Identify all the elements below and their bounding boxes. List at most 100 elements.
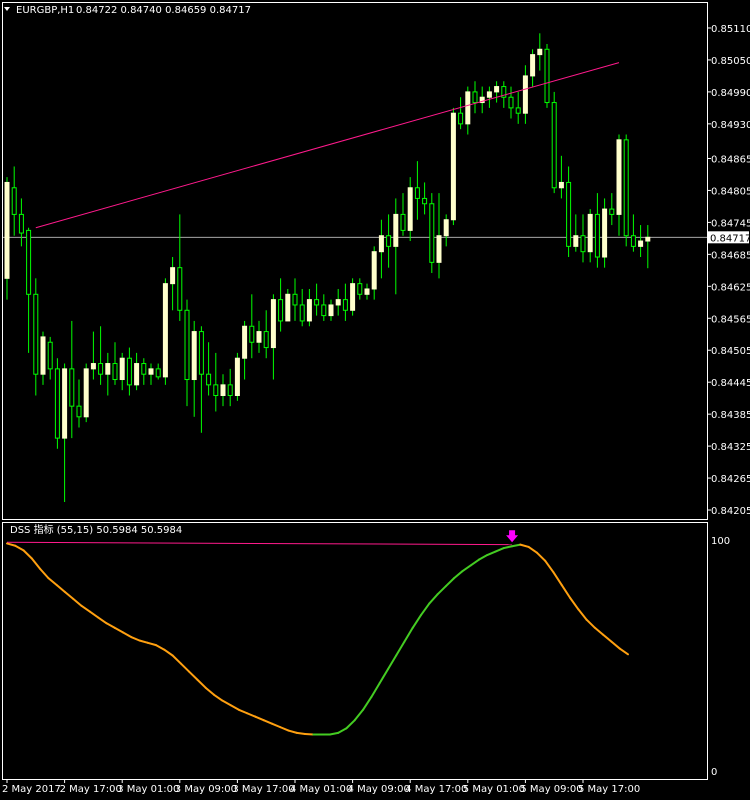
- bear-candle[interactable]: [609, 208, 615, 215]
- bull-candle[interactable]: [350, 283, 356, 311]
- bull-candle[interactable]: [436, 235, 442, 263]
- bull-candle[interactable]: [465, 91, 471, 125]
- bear-candle[interactable]: [299, 304, 305, 322]
- time-axis-label: 5 May 01:00: [463, 784, 525, 795]
- bull-candle[interactable]: [450, 112, 456, 221]
- bear-candle[interactable]: [422, 197, 428, 205]
- bear-candle[interactable]: [551, 102, 557, 189]
- bull-candle[interactable]: [616, 139, 622, 215]
- bull-candle[interactable]: [285, 293, 291, 322]
- bear-candle[interactable]: [386, 235, 392, 247]
- bear-candle[interactable]: [184, 309, 190, 381]
- bear-candle[interactable]: [126, 357, 132, 386]
- bull-candle[interactable]: [306, 299, 312, 322]
- bull-candle[interactable]: [220, 384, 226, 397]
- bear-candle[interactable]: [400, 213, 406, 231]
- bear-candle[interactable]: [177, 267, 183, 311]
- bull-candle[interactable]: [378, 235, 384, 253]
- price-axis-label: 0.84565: [711, 314, 750, 325]
- bear-candle[interactable]: [54, 368, 60, 439]
- bull-candle[interactable]: [234, 357, 240, 397]
- bull-candle[interactable]: [364, 288, 370, 295]
- price-axis-label: 0.84930: [711, 120, 750, 131]
- bear-candle[interactable]: [206, 373, 212, 386]
- bear-candle[interactable]: [18, 213, 24, 234]
- bull-candle[interactable]: [256, 331, 262, 343]
- bull-candle[interactable]: [602, 208, 608, 258]
- bull-candle[interactable]: [242, 325, 248, 359]
- bear-candle[interactable]: [112, 363, 118, 381]
- bull-candle[interactable]: [134, 363, 140, 386]
- bear-candle[interactable]: [458, 112, 464, 125]
- bull-candle[interactable]: [335, 299, 341, 306]
- bear-candle[interactable]: [515, 107, 521, 114]
- bear-candle[interactable]: [544, 48, 550, 104]
- price-axis-label: 0.84685: [711, 250, 750, 261]
- bull-candle[interactable]: [522, 75, 528, 114]
- bull-candle[interactable]: [191, 331, 197, 381]
- bear-candle[interactable]: [414, 187, 420, 199]
- bear-candle[interactable]: [76, 405, 82, 418]
- bear-candle[interactable]: [566, 181, 572, 247]
- bear-candle[interactable]: [357, 283, 363, 295]
- bull-candle[interactable]: [119, 357, 125, 381]
- bear-candle[interactable]: [321, 304, 327, 317]
- bull-candle[interactable]: [162, 283, 168, 378]
- bull-candle[interactable]: [83, 368, 89, 418]
- bear-candle[interactable]: [69, 368, 75, 407]
- price-axis-label: 0.84445: [711, 378, 750, 389]
- bear-candle[interactable]: [292, 293, 298, 306]
- bear-candle[interactable]: [227, 384, 233, 397]
- bear-candle[interactable]: [11, 187, 17, 215]
- bull-candle[interactable]: [40, 336, 46, 375]
- bear-candle[interactable]: [98, 363, 104, 375]
- bear-candle[interactable]: [249, 325, 255, 343]
- bear-candle[interactable]: [263, 331, 269, 349]
- bull-candle[interactable]: [573, 235, 579, 247]
- bull-candle[interactable]: [328, 304, 334, 317]
- bear-candle[interactable]: [26, 229, 32, 295]
- bull-candle[interactable]: [62, 368, 68, 439]
- bull-candle[interactable]: [393, 213, 399, 247]
- bear-candle[interactable]: [472, 91, 478, 104]
- bull-candle[interactable]: [638, 240, 644, 247]
- bull-candle[interactable]: [90, 363, 96, 370]
- bull-candle[interactable]: [270, 299, 276, 349]
- bull-candle[interactable]: [558, 181, 564, 189]
- bull-candle[interactable]: [530, 54, 536, 77]
- bear-candle[interactable]: [580, 235, 586, 253]
- bear-candle[interactable]: [47, 341, 53, 370]
- bull-candle[interactable]: [645, 236, 651, 242]
- chart-window[interactable]: 0.85110 0.85050 0.84990 0.84930 0.84865 0.848…: [0, 0, 750, 800]
- time-axis-label: 4 May 09:00: [348, 784, 410, 795]
- bull-candle[interactable]: [407, 187, 413, 231]
- bear-candle[interactable]: [508, 96, 514, 109]
- ohlc-readout: 0.84722 0.84740 0.84659 0.84717: [76, 5, 251, 16]
- bull-candle[interactable]: [4, 181, 10, 279]
- bull-candle[interactable]: [587, 213, 593, 253]
- bear-candle[interactable]: [623, 139, 629, 237]
- bull-candle[interactable]: [371, 251, 377, 290]
- bear-candle[interactable]: [342, 299, 348, 311]
- bear-candle[interactable]: [429, 203, 435, 263]
- bear-candle[interactable]: [213, 384, 219, 397]
- bear-candle[interactable]: [314, 299, 320, 306]
- price-axis-label: 0.84325: [711, 442, 750, 453]
- bull-candle[interactable]: [170, 267, 176, 285]
- price-axis-label: 0.84805: [711, 186, 750, 197]
- bear-candle[interactable]: [33, 293, 39, 375]
- bull-candle[interactable]: [443, 219, 449, 237]
- bear-candle[interactable]: [278, 299, 284, 322]
- price-axis-label: 0.84625: [711, 282, 750, 293]
- bull-candle[interactable]: [105, 363, 111, 375]
- bull-candle[interactable]: [494, 86, 500, 93]
- bull-candle[interactable]: [537, 48, 543, 56]
- bear-candle[interactable]: [594, 213, 600, 258]
- price-axis-label: 0.84265: [711, 474, 750, 485]
- bear-candle[interactable]: [198, 331, 204, 375]
- bear-candle[interactable]: [630, 235, 636, 247]
- bear-candle[interactable]: [141, 363, 147, 375]
- bull-candle[interactable]: [148, 368, 154, 375]
- bull-candle[interactable]: [486, 91, 492, 98]
- bear-candle[interactable]: [155, 368, 161, 378]
